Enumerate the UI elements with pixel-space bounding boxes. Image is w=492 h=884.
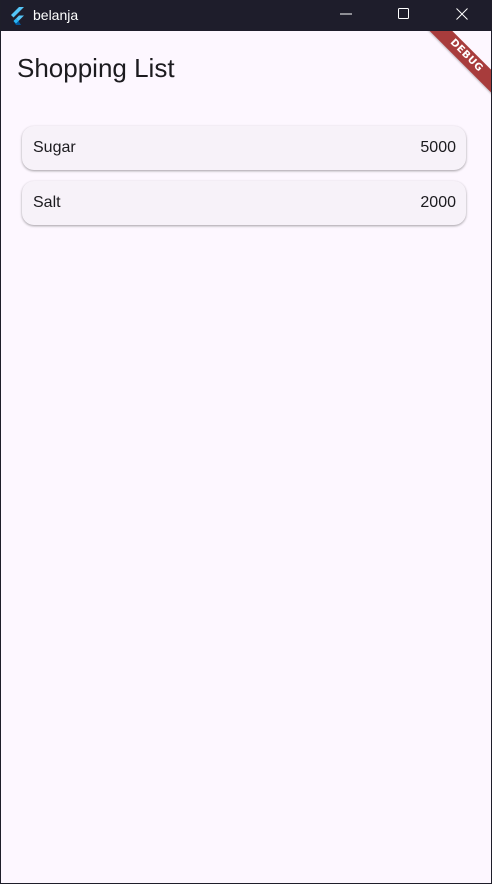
window-title: belanja bbox=[33, 7, 79, 23]
item-price: 5000 bbox=[420, 139, 456, 156]
item-name: Salt bbox=[33, 194, 61, 211]
shopping-list: Sugar 5000 Salt 2000 bbox=[1, 107, 491, 225]
minimize-button[interactable] bbox=[317, 0, 375, 31]
minimize-icon bbox=[340, 7, 352, 25]
close-button[interactable] bbox=[433, 0, 491, 31]
close-icon bbox=[456, 7, 468, 25]
page-title: Shopping List bbox=[17, 53, 175, 83]
title-bar[interactable]: belanja bbox=[1, 0, 491, 31]
maximize-icon bbox=[398, 7, 410, 25]
app-window: belanja Shopping List Sugar 5000 Salt 20… bbox=[1, 0, 491, 883]
flutter-logo-icon bbox=[8, 6, 26, 25]
app-bar: Shopping List bbox=[1, 31, 491, 107]
maximize-button[interactable] bbox=[375, 0, 433, 31]
window-controls bbox=[317, 0, 491, 31]
item-price: 2000 bbox=[420, 194, 456, 211]
list-item[interactable]: Salt 2000 bbox=[22, 181, 466, 225]
item-name: Sugar bbox=[33, 139, 76, 156]
list-item[interactable]: Sugar 5000 bbox=[22, 126, 466, 170]
